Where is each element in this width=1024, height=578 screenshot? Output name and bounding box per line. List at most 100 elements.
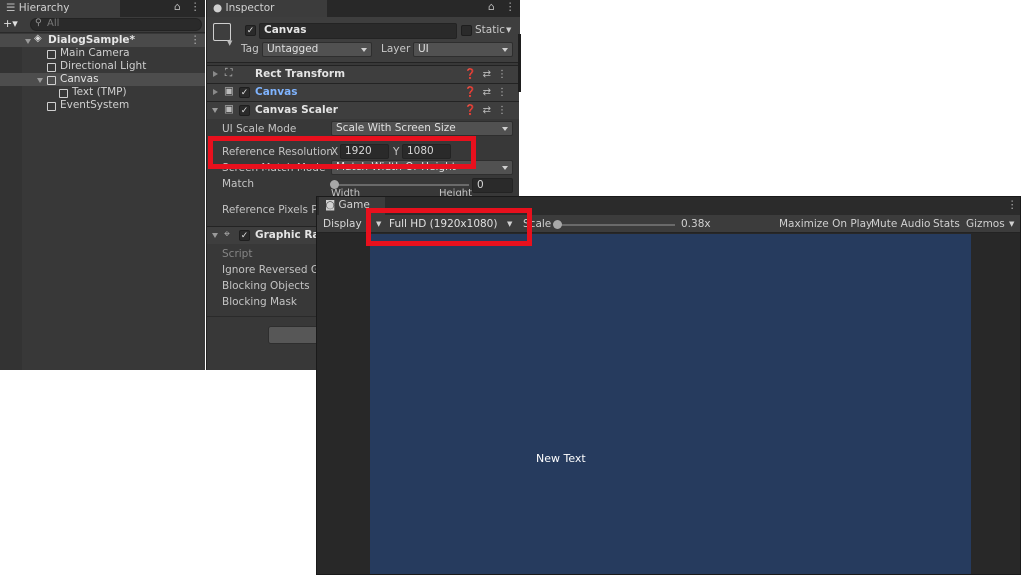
raycaster-enabled-checkbox[interactable]: ✓ (239, 230, 250, 241)
tag-label: Tag (241, 43, 259, 55)
collapse-arrow-icon[interactable] (213, 71, 218, 77)
more-menu-icon[interactable]: ⋮ (190, 1, 201, 13)
item-label: Canvas (60, 73, 99, 85)
match-value: 0 (477, 179, 484, 191)
chevron-down-icon[interactable]: ▼ (506, 26, 511, 34)
inspector-scroll-edge (518, 34, 521, 92)
gameobject-icon (47, 102, 56, 111)
search-icon: ⚲ (35, 18, 42, 28)
scene-menu-icon[interactable]: ⋮ (190, 34, 201, 46)
static-checkbox[interactable] (461, 25, 472, 36)
scene-row[interactable]: ◈ DialogSample* ⋮ (0, 33, 205, 47)
component-rect-transform[interactable]: ⛶ Rect Transform ❓⇄⋮ (207, 65, 519, 83)
canvas-scaler-enabled-checkbox[interactable]: ✓ (239, 105, 250, 116)
tag-value: Untagged (267, 43, 319, 55)
chevron-down-icon[interactable]: ▼ (1009, 220, 1014, 228)
raycaster-icon: ⌖ (224, 228, 230, 240)
list-item-selected[interactable]: Canvas (0, 73, 205, 86)
component-menu-icons[interactable]: ❓⇄⋮ (464, 105, 513, 116)
list-item[interactable]: EventSystem (0, 99, 205, 112)
maximize-on-play-button[interactable]: Maximize On Play (779, 218, 872, 230)
more-menu-icon[interactable]: ⋮ (1007, 199, 1018, 211)
expand-arrow-icon[interactable] (37, 78, 43, 83)
gamepad-icon: ◙ (325, 199, 336, 211)
component-canvas-scaler[interactable]: ▣ ✓ Canvas Scaler ❓⇄⋮ (207, 101, 519, 119)
reference-pixels-label: Reference Pixels Per (222, 204, 329, 216)
chevron-down-icon[interactable]: ▼ (227, 39, 232, 47)
lock-icon[interactable]: ⌂ (174, 1, 181, 13)
rect-transform-icon: ⛶ (225, 67, 233, 79)
expand-arrow-icon[interactable] (212, 233, 218, 238)
static-label: Static (475, 24, 506, 36)
blocking-mask-label: Blocking Mask (222, 296, 298, 308)
expand-arrow-icon[interactable] (25, 39, 31, 44)
scale-slider-track[interactable] (557, 224, 675, 226)
lock-icon[interactable]: ⌂ (488, 1, 495, 13)
canvas-scaler-icon: ▣ (224, 103, 234, 115)
more-menu-icon[interactable]: ⋮ (505, 1, 516, 13)
item-label: EventSystem (60, 99, 130, 111)
collapse-arrow-icon[interactable] (213, 89, 218, 95)
blocking-objects-label: Blocking Objects (222, 280, 310, 292)
list-item[interactable]: Directional Light (0, 60, 205, 73)
gameobject-icon (59, 89, 68, 98)
chevron-down-icon (502, 48, 508, 52)
scene-icon: ◈ (34, 33, 42, 44)
hierarchy-panel: ☰ Hierarchy ⌂ ⋮ +▾ ⚲ All ◈ DialogSample*… (0, 0, 205, 370)
info-icon: ● (213, 2, 223, 14)
rect-transform-title: Rect Transform (255, 68, 346, 80)
object-name-field[interactable]: Canvas (259, 23, 457, 39)
gizmos-button[interactable]: Gizmos (966, 218, 1005, 230)
tag-dropdown[interactable]: Untagged (262, 42, 372, 57)
active-checkbox[interactable]: ✓ (245, 25, 256, 36)
display-selector[interactable]: Display 1 (323, 218, 372, 230)
item-label: Text (TMP) (72, 86, 127, 98)
script-label: Script (222, 248, 253, 260)
list-icon: ☰ (6, 2, 16, 14)
scale-value: 0.38x (681, 218, 711, 230)
component-menu-icons[interactable]: ❓⇄⋮ (464, 87, 513, 98)
add-button[interactable]: +▾ (3, 17, 18, 30)
canvas-enabled-checkbox[interactable]: ✓ (239, 87, 250, 98)
scale-slider-handle[interactable] (553, 220, 562, 229)
component-canvas[interactable]: ▣ ✓ Canvas ❓⇄⋮ (207, 83, 519, 101)
expand-arrow-icon[interactable] (212, 108, 218, 113)
highlight-reference-resolution (208, 136, 476, 169)
item-label: Directional Light (60, 60, 147, 72)
search-input[interactable]: ⚲ All (30, 18, 202, 31)
search-placeholder: All (47, 18, 60, 29)
scene-label: DialogSample* (48, 34, 136, 46)
canvas-scaler-title: Canvas Scaler (255, 104, 338, 116)
highlight-resolution-dropdown (366, 208, 532, 246)
viewport-text: New Text (536, 452, 586, 465)
layer-label: Layer (381, 43, 411, 55)
canvas-icon: ▣ (224, 85, 234, 97)
game-window: ◙ Game ⋮ Display 1 ▼ Full HD (1920x1080)… (316, 196, 1021, 575)
match-value-input[interactable]: 0 (472, 178, 513, 193)
hierarchy-toolbar: +▾ ⚲ All (0, 17, 205, 33)
ui-scale-mode-value: Scale With Screen Size (336, 122, 456, 134)
layer-dropdown[interactable]: UI (413, 42, 513, 57)
game-viewport[interactable]: New Text (370, 234, 971, 574)
object-header: ▼ ✓ Canvas Static ▼ Tag Untagged Layer U… (207, 17, 520, 63)
match-slider-track[interactable] (333, 184, 469, 186)
component-menu-icons[interactable]: ❓⇄⋮ (464, 69, 513, 80)
ui-scale-mode-dropdown[interactable]: Scale With Screen Size (331, 121, 513, 136)
list-item[interactable]: Main Camera (0, 47, 205, 60)
item-label: Main Camera (60, 47, 130, 59)
stats-button[interactable]: Stats (933, 218, 960, 230)
chevron-down-icon (502, 127, 508, 131)
tab-inspector-label: Inspector (225, 2, 275, 14)
gameobject-icon (47, 50, 56, 59)
chevron-down-icon (502, 166, 508, 170)
canvas-title: Canvas (255, 86, 298, 98)
mute-audio-button[interactable]: Mute Audio (871, 218, 930, 230)
object-name-value: Canvas (264, 24, 307, 36)
match-label: Match (222, 178, 255, 190)
tab-hierarchy[interactable]: ☰ Hierarchy (0, 0, 120, 17)
inspector-tabbar: ● Inspector ⌂ ⋮ (207, 0, 520, 17)
ui-scale-mode-label: UI Scale Mode (222, 123, 297, 135)
tab-inspector[interactable]: ● Inspector (207, 0, 327, 17)
hierarchy-tabbar: ☰ Hierarchy ⌂ ⋮ (0, 0, 205, 17)
list-item[interactable]: Text (TMP) (0, 86, 205, 99)
